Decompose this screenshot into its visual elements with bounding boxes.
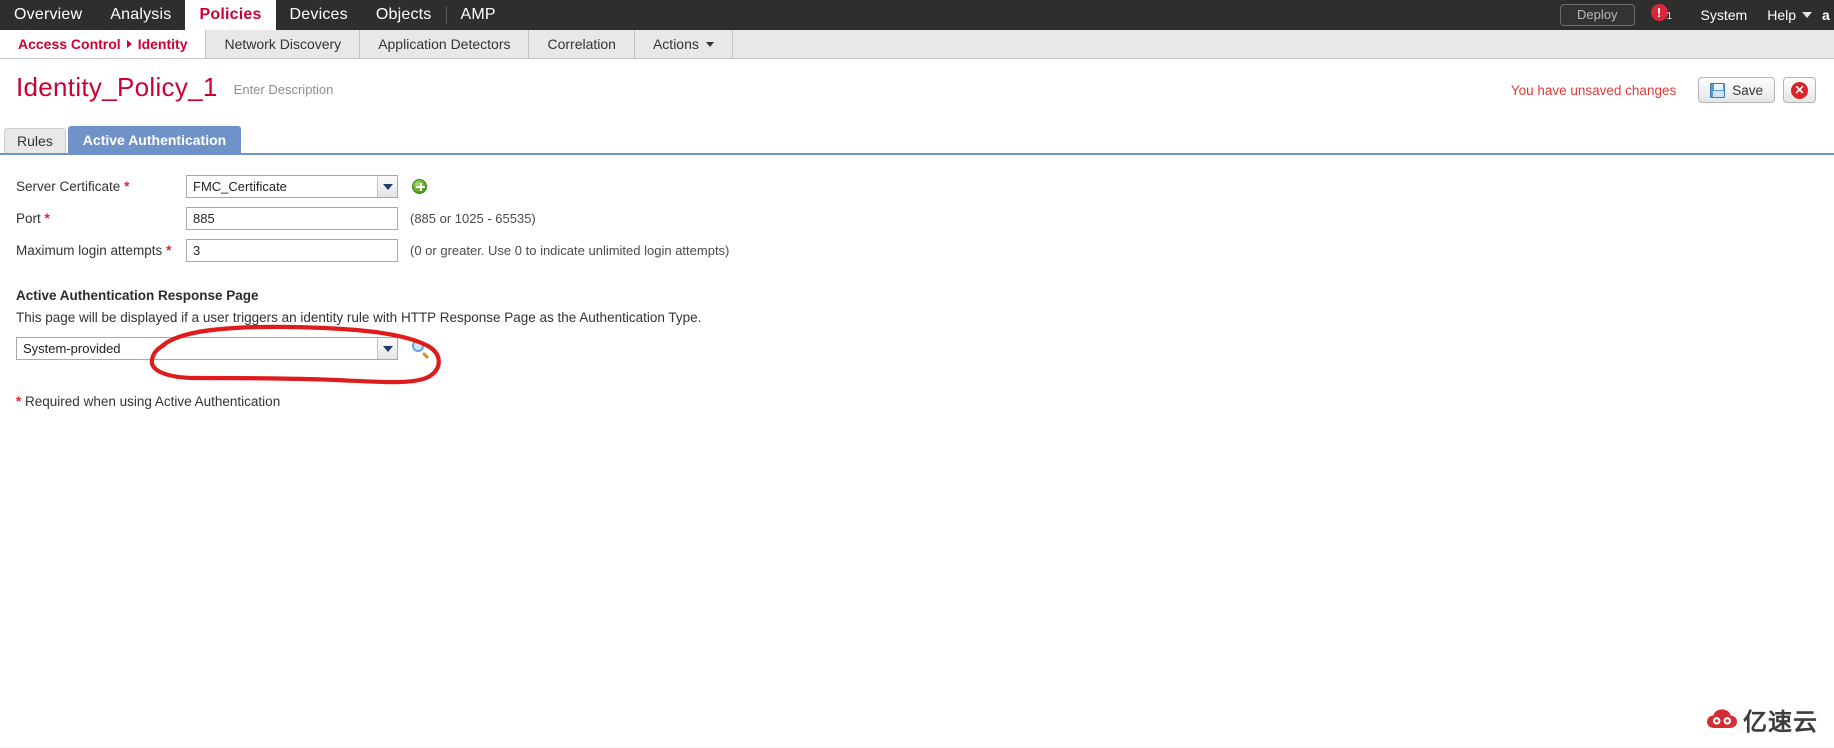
required-asterisk: *: [166, 243, 172, 258]
subnav-item-network-discovery[interactable]: Network Discovery: [206, 30, 361, 58]
max-login-attempts-hint: (0 or greater. Use 0 to indicate unlimit…: [410, 243, 730, 258]
topnav-item-analysis[interactable]: Analysis: [96, 0, 185, 30]
active-authentication-form: Server Certificate * FMC_Certificate Por…: [0, 155, 1834, 409]
policy-tabs: Rules Active Authentication: [0, 126, 1834, 155]
top-nav-items: Overview Analysis Policies Devices Objec…: [0, 0, 510, 30]
response-page-value: System-provided: [23, 341, 121, 356]
cancel-button[interactable]: ✕: [1783, 77, 1816, 103]
topnav-item-overview[interactable]: Overview: [0, 0, 96, 30]
topnav-item-amp[interactable]: AMP: [447, 0, 510, 30]
max-login-attempts-field: (0 or greater. Use 0 to indicate unlimit…: [186, 239, 729, 262]
server-certificate-dropdown[interactable]: FMC_Certificate: [186, 175, 398, 198]
response-page-dropdown[interactable]: System-provided: [16, 337, 398, 360]
page-title-block: Identity_Policy_1: [16, 73, 218, 102]
dropdown-arrow-icon: [377, 176, 397, 197]
subnav-filler: [733, 30, 1834, 58]
secondary-navigation-bar: Access Control Identity Network Discover…: [0, 30, 1834, 59]
deploy-button[interactable]: Deploy: [1560, 4, 1635, 26]
topnav-item-user[interactable]: a: [1822, 7, 1832, 23]
magnifier-lens: [412, 340, 424, 352]
page-header: Identity_Policy_1 Enter Description You …: [0, 59, 1834, 103]
watermark: 亿速云: [1707, 702, 1818, 737]
alert-icon: !: [1650, 4, 1668, 21]
save-button-label: Save: [1732, 82, 1763, 98]
subnav-item-access-control-identity[interactable]: Access Control Identity: [0, 30, 207, 58]
topnav-item-devices[interactable]: Devices: [276, 0, 362, 30]
server-certificate-value: FMC_Certificate: [193, 179, 287, 194]
topnav-item-system[interactable]: System: [1691, 7, 1758, 23]
max-login-attempts-input[interactable]: [186, 239, 398, 262]
tab-rules[interactable]: Rules: [4, 128, 66, 153]
topnav-item-policies[interactable]: Policies: [185, 0, 276, 30]
page-title: Identity_Policy_1: [16, 72, 218, 102]
port-label-text: Port: [16, 211, 41, 226]
max-login-attempts-row: Maximum login attempts * (0 or greater. …: [16, 239, 1818, 262]
chevron-down-icon: [705, 41, 714, 47]
response-page-row: System-provided: [16, 337, 1818, 360]
policy-description-input[interactable]: Enter Description: [234, 82, 334, 97]
footnote-asterisk: *: [16, 394, 22, 409]
response-page-heading: Active Authentication Response Page: [16, 288, 259, 303]
save-button[interactable]: Save: [1698, 77, 1775, 103]
topnav-item-objects[interactable]: Objects: [362, 0, 446, 30]
dropdown-arrow-icon: [377, 338, 397, 359]
subnav-actions-label: Actions: [652, 36, 699, 52]
server-certificate-label: Server Certificate *: [16, 179, 186, 194]
server-certificate-label-text: Server Certificate: [16, 179, 121, 194]
port-hint: (885 or 1025 - 65535): [410, 211, 536, 226]
magnifier-icon[interactable]: [412, 340, 430, 360]
floppy-disk-icon: [1710, 82, 1726, 98]
breadcrumb-arrow-icon: [126, 40, 132, 48]
footnote-text: Required when using Active Authenticatio…: [25, 394, 281, 409]
chevron-down-icon: [1802, 12, 1812, 18]
subnav-item-correlation[interactable]: Correlation: [529, 30, 635, 58]
server-certificate-field: FMC_Certificate: [186, 175, 427, 198]
max-login-attempts-label: Maximum login attempts *: [16, 243, 186, 258]
magnifier-handle: [421, 351, 430, 360]
required-footnote: * Required when using Active Authenticat…: [16, 394, 1818, 409]
port-label: Port *: [16, 211, 186, 226]
subnav-item-actions[interactable]: Actions: [635, 30, 733, 58]
port-field: (885 or 1025 - 65535): [186, 207, 536, 230]
top-nav-right-group: Deploy ! 1 System Help a: [1560, 0, 1834, 30]
close-icon: ✕: [1791, 81, 1808, 99]
port-input[interactable]: [186, 207, 398, 230]
breadcrumb-access-control: Access Control: [18, 36, 121, 52]
cloud-logo-icon: [1707, 708, 1737, 728]
port-row: Port * (885 or 1025 - 65535): [16, 207, 1818, 230]
subnav-item-application-detectors[interactable]: Application Detectors: [360, 30, 530, 58]
watermark-text: 亿速云: [1743, 708, 1818, 736]
max-login-attempts-label-text: Maximum login attempts: [16, 243, 163, 258]
page-content: Identity_Policy_1 Enter Description You …: [0, 59, 1834, 747]
response-page-description: This page will be displayed if a user tr…: [16, 310, 702, 325]
tab-active-authentication[interactable]: Active Authentication: [67, 126, 242, 153]
page-header-actions: You have unsaved changes Save ✕: [1511, 73, 1818, 103]
unsaved-changes-message: You have unsaved changes: [1510, 82, 1677, 98]
alert-count-badge: 1: [1666, 11, 1673, 22]
required-asterisk: *: [44, 211, 50, 226]
server-certificate-row: Server Certificate * FMC_Certificate: [16, 175, 1818, 198]
notification-alert[interactable]: ! 1: [1650, 4, 1677, 26]
top-navigation-bar: Overview Analysis Policies Devices Objec…: [0, 0, 1834, 30]
topnav-item-help[interactable]: Help: [1757, 7, 1822, 23]
breadcrumb-identity: Identity: [137, 36, 188, 52]
help-label: Help: [1767, 7, 1796, 23]
required-asterisk: *: [124, 179, 130, 194]
add-certificate-icon[interactable]: [412, 179, 427, 194]
